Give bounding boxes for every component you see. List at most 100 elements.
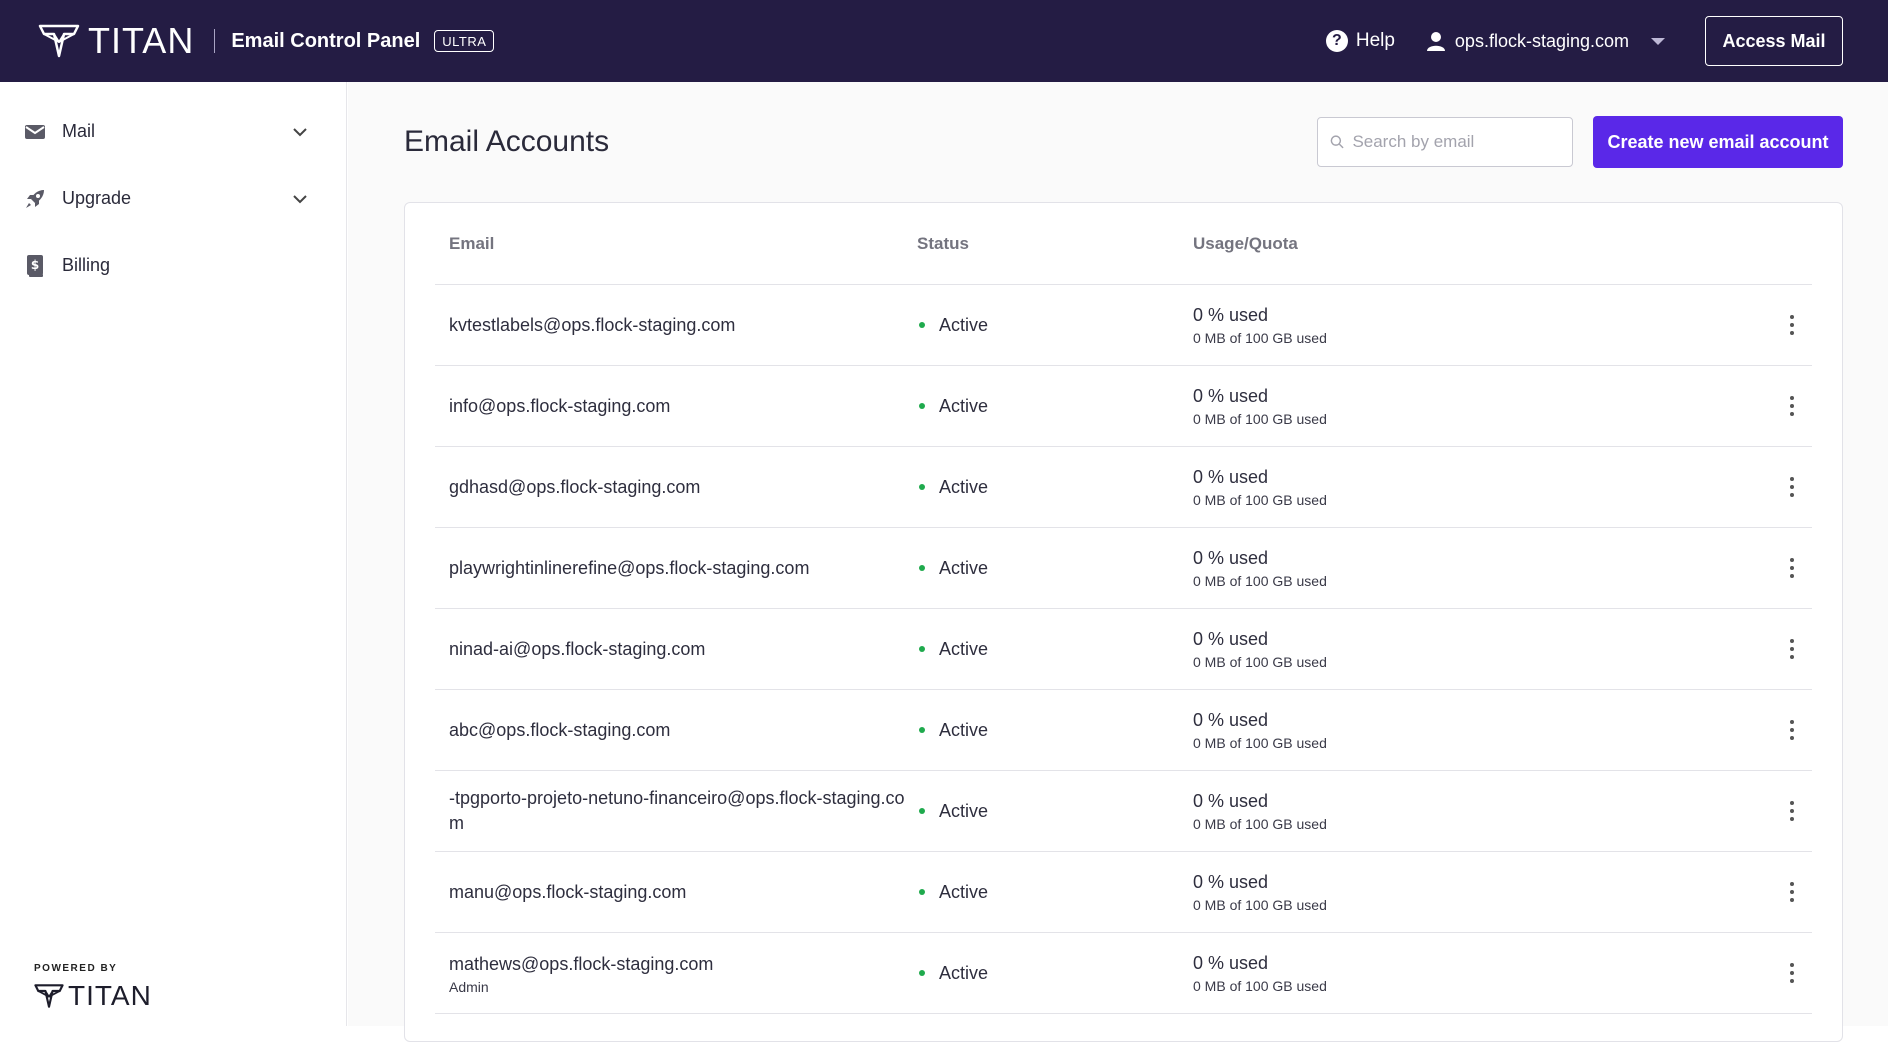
status-dot-icon <box>919 403 925 409</box>
status-cell: Active <box>917 477 1193 498</box>
usage-percent: 0 % used <box>1193 790 1269 811</box>
usage-cell: 0 % used 0 MB of 100 GB used <box>1193 386 1772 427</box>
usage-cell: 0 % used 0 MB of 100 GB used <box>1193 629 1772 670</box>
status-dot-icon <box>919 565 925 571</box>
email-cell: abc@ops.flock-staging.com <box>435 718 917 743</box>
usage-detail: 0 MB of 100 GB used <box>1193 815 1327 832</box>
rocket-icon <box>24 188 46 210</box>
email-address: info@ops.flock-staging.com <box>449 395 671 416</box>
usage-percent: 0 % used <box>1193 628 1269 649</box>
actions-cell <box>1772 554 1812 582</box>
more-options-icon[interactable] <box>1782 554 1802 582</box>
sidebar-item-upgrade[interactable]: Upgrade <box>0 165 346 232</box>
more-options-icon[interactable] <box>1782 635 1802 663</box>
status-label: Active <box>939 962 989 983</box>
domain-label: ops.flock-staging.com <box>1454 30 1629 51</box>
role-label: Admin <box>449 978 489 995</box>
main-content: Email Accounts Create new email account … <box>348 82 1888 1042</box>
status-badge: Active <box>917 801 1193 822</box>
usage-cell: 0 % used 0 MB of 100 GB used <box>1193 305 1772 346</box>
usage-cell: 0 % used 0 MB of 100 GB used <box>1193 791 1772 832</box>
chevron-down-icon[interactable] <box>292 194 308 204</box>
help-link[interactable]: ? Help <box>1325 30 1395 52</box>
brand: TITAN Email Control Panel ULTRA <box>38 20 495 62</box>
status-label: Active <box>939 638 989 659</box>
caret-down-icon <box>1651 37 1665 45</box>
more-options-icon[interactable] <box>1782 959 1802 987</box>
status-cell: Active <box>917 396 1193 417</box>
search-input[interactable] <box>1352 132 1560 152</box>
usage-percent: 0 % used <box>1193 709 1269 730</box>
sidebar-item-mail[interactable]: Mail <box>0 98 346 165</box>
sidebar-item-label: Mail <box>62 121 96 141</box>
status-cell: Active <box>917 801 1193 822</box>
status-badge: Active <box>917 315 1193 336</box>
email-address: gdhasd@ops.flock-staging.com <box>449 476 701 497</box>
table-body: kvtestlabels@ops.flock-staging.com Activ… <box>435 285 1812 1014</box>
chevron-down-icon[interactable] <box>292 127 308 137</box>
usage-percent: 0 % used <box>1193 385 1269 406</box>
email-cell: ninad-ai@ops.flock-staging.com <box>435 637 917 662</box>
sidebar-item-billing[interactable]: $ Billing <box>0 232 346 299</box>
search-box[interactable] <box>1317 117 1573 167</box>
table-row[interactable]: info@ops.flock-staging.com Active 0 % us… <box>435 366 1812 447</box>
actions-cell <box>1772 392 1812 420</box>
status-label: Active <box>939 314 989 335</box>
titan-footer-logo: TITAN <box>34 980 152 1012</box>
table-row[interactable]: gdhasd@ops.flock-staging.com Active 0 % … <box>435 447 1812 528</box>
top-header: TITAN Email Control Panel ULTRA ? Help o… <box>0 0 1888 82</box>
table-row[interactable]: kvtestlabels@ops.flock-staging.com Activ… <box>435 285 1812 366</box>
more-options-icon[interactable] <box>1782 797 1802 825</box>
table-row[interactable]: manu@ops.flock-staging.com Active 0 % us… <box>435 852 1812 933</box>
status-dot-icon <box>919 970 925 976</box>
page-title: Email Accounts <box>404 125 610 158</box>
create-email-account-button[interactable]: Create new email account <box>1593 116 1843 168</box>
usage-detail: 0 MB of 100 GB used <box>1193 410 1327 427</box>
email-address: mathews@ops.flock-staging.com <box>449 953 714 974</box>
usage-percent: 0 % used <box>1193 871 1269 892</box>
more-options-icon[interactable] <box>1782 716 1802 744</box>
domain-switcher[interactable]: ops.flock-staging.com <box>1425 30 1665 52</box>
email-cell: gdhasd@ops.flock-staging.com <box>435 475 917 500</box>
usage-cell: 0 % used 0 MB of 100 GB used <box>1193 872 1772 913</box>
usage-detail: 0 MB of 100 GB used <box>1193 329 1327 346</box>
more-options-icon[interactable] <box>1782 878 1802 906</box>
status-dot-icon <box>919 889 925 895</box>
usage-percent: 0 % used <box>1193 466 1269 487</box>
status-cell: Active <box>917 315 1193 336</box>
usage-detail: 0 MB of 100 GB used <box>1193 653 1327 670</box>
user-icon <box>1426 32 1445 51</box>
status-label: Active <box>939 800 989 821</box>
usage-detail: 0 MB of 100 GB used <box>1193 734 1327 751</box>
usage-detail: 0 MB of 100 GB used <box>1193 977 1327 994</box>
powered-by-label: POWERED BY <box>34 963 118 974</box>
table-row[interactable]: playwrightinlinerefine@ops.flock-staging… <box>435 528 1812 609</box>
status-badge: Active <box>917 720 1193 741</box>
email-accounts-table: Email Status Usage/Quota kvtestlabels@op… <box>404 202 1843 1042</box>
table-row[interactable]: mathews@ops.flock-staging.com Admin Acti… <box>435 933 1812 1014</box>
usage-cell: 0 % used 0 MB of 100 GB used <box>1193 548 1772 589</box>
table-row[interactable]: abc@ops.flock-staging.com Active 0 % use… <box>435 690 1812 771</box>
table-row[interactable]: -tpgporto-projeto-netuno-financeiro@ops.… <box>435 771 1812 852</box>
access-mail-button[interactable]: Access Mail <box>1705 16 1843 66</box>
status-label: Active <box>939 476 989 497</box>
more-options-icon[interactable] <box>1782 473 1802 501</box>
plan-badge: ULTRA <box>434 30 495 52</box>
more-options-icon[interactable] <box>1782 311 1802 339</box>
status-cell: Active <box>917 639 1193 660</box>
more-options-icon[interactable] <box>1782 392 1802 420</box>
email-cell: playwrightinlinerefine@ops.flock-staging… <box>435 556 917 581</box>
status-badge: Active <box>917 963 1193 984</box>
email-address: abc@ops.flock-staging.com <box>449 719 671 740</box>
usage-cell: 0 % used 0 MB of 100 GB used <box>1193 710 1772 751</box>
help-icon: ? <box>1325 30 1348 52</box>
usage-percent: 0 % used <box>1193 304 1269 325</box>
usage-detail: 0 MB of 100 GB used <box>1193 491 1327 508</box>
table-row[interactable]: ninad-ai@ops.flock-staging.com Active 0 … <box>435 609 1812 690</box>
titan-logo[interactable]: TITAN <box>38 20 194 62</box>
sidebar-item-label: Upgrade <box>62 188 132 208</box>
titan-logo-icon <box>38 24 80 58</box>
sidebar: Mail Upgrade $ Billing POWERED BY TITAN <box>0 82 347 1026</box>
actions-cell <box>1772 878 1812 906</box>
email-address: ninad-ai@ops.flock-staging.com <box>449 638 706 659</box>
